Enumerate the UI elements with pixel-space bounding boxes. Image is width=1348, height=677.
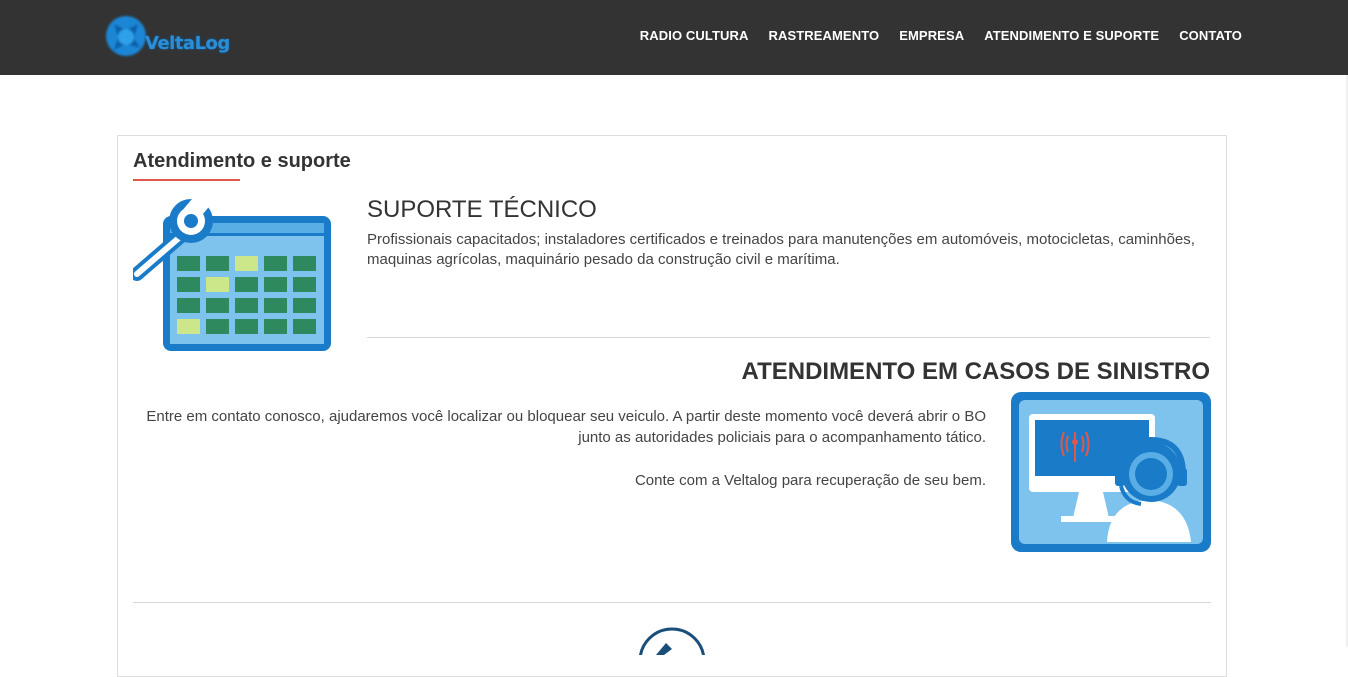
title-underline: [133, 179, 240, 181]
sinistro-paragraph-1: Entre em contato conosco, ajudaremos voc…: [146, 408, 986, 446]
nav-atendimento-suporte[interactable]: ATENDIMENTO E SUPORTE: [984, 28, 1159, 43]
top-navbar: VeltaLog RADIO CULTURA RASTREAMENTO EMPR…: [0, 0, 1348, 75]
sinistro-heading: ATENDIMENTO EM CASOS DE SINISTRO: [741, 358, 1210, 385]
logo-text[interactable]: VeltaLog: [145, 33, 230, 54]
section-divider-bottom: [133, 602, 1211, 603]
partial-circle-icon: [639, 627, 705, 655]
nav-radio-cultura[interactable]: RADIO CULTURA: [640, 28, 749, 43]
page-title: Atendimento e suporte: [133, 150, 351, 172]
sinistro-text: Entre em contato conosco, ajudaremos voc…: [140, 406, 986, 513]
support-agent-monitor-icon: [1011, 392, 1211, 552]
nav-empresa[interactable]: EMPRESA: [899, 28, 964, 43]
main-nav: RADIO CULTURA RASTREAMENTO EMPRESA ATEND…: [640, 28, 1242, 43]
nav-rastreamento[interactable]: RASTREAMENTO: [768, 28, 879, 43]
sinistro-paragraph-2: Conte com a Veltalog para recuperação de…: [634, 472, 986, 489]
support-heading: SUPORTE TÉCNICO: [367, 196, 597, 223]
calendar-wrench-icon: [133, 196, 331, 351]
support-text: Profissionais capacitados; instaladores …: [367, 231, 1195, 268]
nav-contato[interactable]: CONTATO: [1179, 28, 1242, 43]
section-divider: [367, 337, 1210, 338]
